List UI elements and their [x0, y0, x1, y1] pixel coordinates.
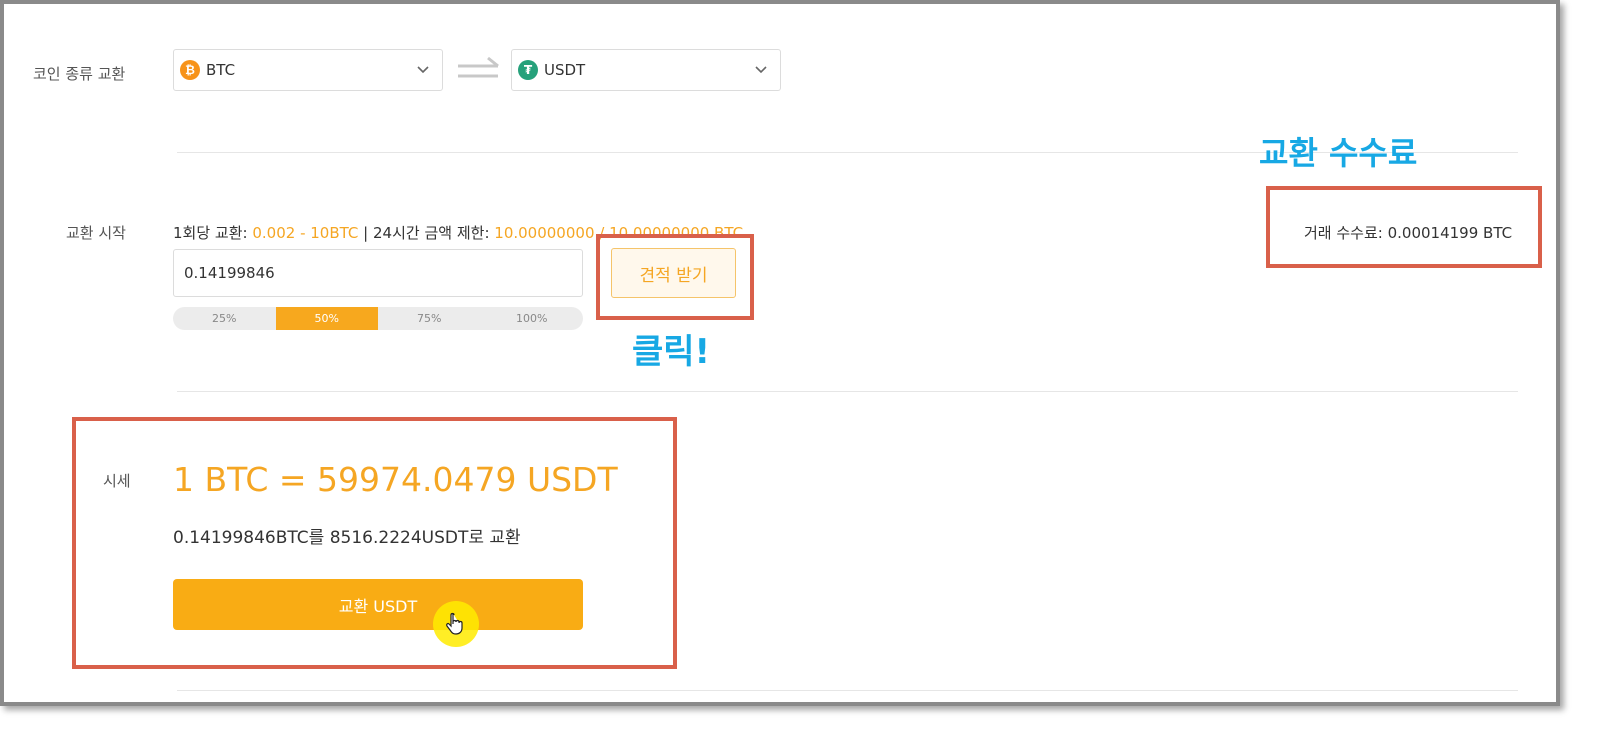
quote-annotation-box [596, 234, 754, 320]
swap-label: 코인 종류 교환 [33, 65, 126, 83]
exchange-rate: 1 BTC = 59974.0479 USDT [173, 460, 618, 499]
exchange-usdt-button[interactable]: 교환 USDT [173, 579, 583, 630]
window-frame: 코인 종류 교환 ₿ BTC ₮ USDT 교환 수수료 교환 시작 1회당 교… [0, 0, 1560, 706]
chevron-down-icon [755, 66, 767, 74]
price-label: 시세 [103, 472, 131, 490]
from-coin-label: BTC [206, 61, 236, 79]
from-coin-select[interactable]: ₿ BTC [173, 49, 443, 91]
to-coin-label: USDT [544, 61, 586, 79]
bitcoin-icon: ₿ [180, 60, 200, 80]
to-coin-select[interactable]: ₮ USDT [511, 49, 781, 91]
per-exchange-label: 1회당 교환: [173, 224, 248, 242]
chevron-down-icon [417, 66, 429, 74]
limits-separator: | [363, 224, 369, 242]
amount-input[interactable]: 0.14199846 [173, 249, 583, 297]
start-label: 교환 시작 [66, 224, 126, 242]
percent-100-button[interactable]: 100% [481, 307, 584, 330]
tether-icon: ₮ [518, 60, 538, 80]
limit-label: 24시간 금액 제한: [373, 224, 490, 242]
exchange-summary: 0.14199846BTC를 8516.2224USDT로 교환 [173, 528, 521, 548]
percent-75-button[interactable]: 75% [378, 307, 481, 330]
percent-50-button[interactable]: 50% [275, 307, 378, 330]
fee-annotation-title: 교환 수수료 [1259, 134, 1418, 172]
section-divider [177, 391, 1518, 392]
click-annotation: 클릭! [632, 332, 711, 372]
per-exchange-value: 0.002 - 10BTC [252, 224, 359, 242]
percent-25-button[interactable]: 25% [173, 307, 276, 330]
hand-cursor-icon [446, 612, 463, 635]
percent-selector: 25% 50% 75% 100% [173, 307, 583, 330]
section-divider [177, 690, 1518, 691]
swap-arrow-icon[interactable] [456, 56, 500, 82]
fee-annotation-box [1266, 186, 1542, 268]
